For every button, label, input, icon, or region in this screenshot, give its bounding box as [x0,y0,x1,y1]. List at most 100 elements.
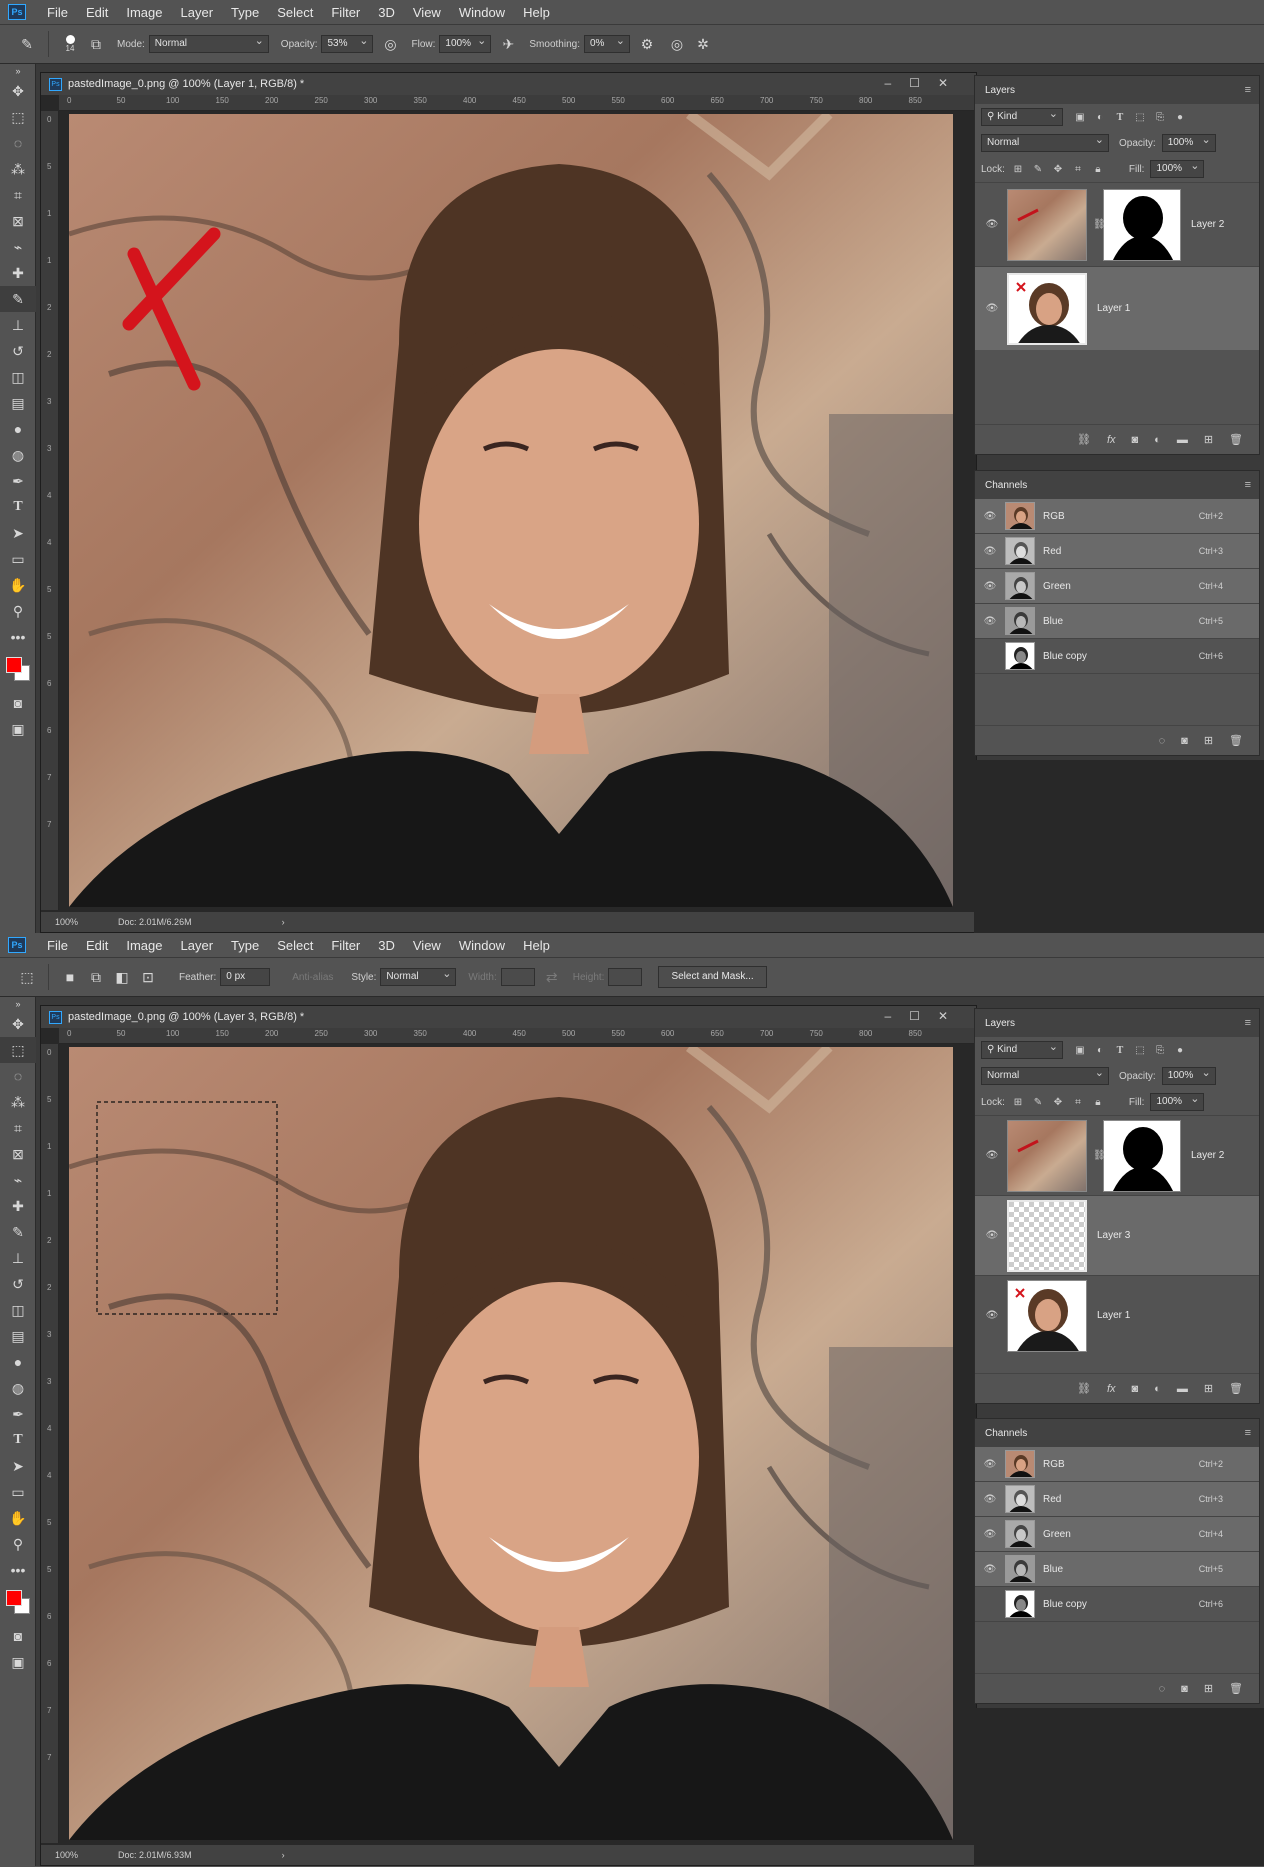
symmetry-icon[interactable]: ✲ [690,31,716,57]
channel-name[interactable]: Red [1043,546,1061,557]
color-swatches[interactable] [0,650,36,690]
frame-tool-icon[interactable]: ⊠ [0,1141,36,1167]
brush-preset-icon[interactable]: ✎ [14,31,40,57]
trash-icon[interactable]: 🗑︎ [1229,734,1243,747]
mask-icon[interactable]: ◙ [1132,1383,1139,1395]
lock-position-icon[interactable]: ✥ [1051,162,1065,176]
marquee-tool-icon[interactable]: ⬚ [0,104,36,130]
menu-3d[interactable]: 3D [369,5,404,20]
maximize-icon[interactable]: ☐ [909,76,920,90]
magic-wand-tool-icon[interactable]: ⁂ [0,1089,36,1115]
smoothing-field[interactable]: 0% [583,33,630,53]
visibility-eye-icon[interactable]: 👁︎ [983,1230,1001,1241]
adjustment-icon[interactable]: ◐ [1154,1383,1161,1395]
layer-row-layer-2[interactable]: 👁︎ ⛓ Layer 2 [975,182,1259,266]
swap-dimensions-icon[interactable]: ⇄ [539,964,565,990]
width-field[interactable] [500,968,535,986]
crop-tool-icon[interactable]: ⌗ [0,182,36,208]
menu-select[interactable]: Select [268,938,322,953]
channel-name[interactable]: RGB [1043,511,1065,522]
path-selection-tool-icon[interactable]: ➤ [0,520,36,546]
visibility-eye-icon[interactable]: 👁︎ [981,1494,999,1505]
blend-mode-select[interactable]: Normal [981,1065,1109,1085]
color-swatches[interactable] [0,1583,36,1623]
fx-icon[interactable]: fx [1107,1383,1116,1395]
quick-mask-icon[interactable]: ◙ [0,690,36,716]
zoom-level[interactable]: 100% [55,917,78,927]
new-layer-icon[interactable]: ⊞ [1204,433,1213,446]
document-tab[interactable]: Ps pastedImage_0.png @ 100% (Layer 3, RG… [41,1006,976,1028]
image-canvas[interactable] [69,114,953,907]
image-filter-icon[interactable]: ▣ [1073,1043,1087,1057]
airbrush-icon[interactable]: ✈ [495,31,521,57]
smart-object-filter-icon[interactable]: ⎘ [1153,1043,1167,1057]
path-selection-tool-icon[interactable]: ➤ [0,1453,36,1479]
eraser-tool-icon[interactable]: ◫ [0,364,36,390]
new-channel-icon[interactable]: ⊞ [1204,734,1213,747]
save-selection-icon[interactable]: ◙ [1181,735,1188,747]
menu-select[interactable]: Select [268,5,322,20]
status-arrow-icon[interactable]: › [282,1850,285,1860]
layer-name[interactable]: Layer 1 [1097,1310,1130,1321]
lock-position-icon[interactable]: ✥ [1051,1095,1065,1109]
gradient-tool-icon[interactable]: ▤ [0,1323,36,1349]
layer-opacity-field[interactable]: 100% [1161,1065,1216,1085]
channel-name[interactable]: Red [1043,1494,1061,1505]
tab-layers[interactable]: Layers [983,1018,1017,1029]
layer-name[interactable]: Layer 3 [1097,1230,1130,1241]
maximize-icon[interactable]: ☐ [909,1009,920,1023]
visibility-eye-icon[interactable]: 👁︎ [981,1529,999,1540]
eyedropper-tool-icon[interactable]: ⌁ [0,234,36,260]
menu-help[interactable]: Help [514,938,559,953]
pressure-opacity-icon[interactable]: ◎ [377,31,403,57]
intersect-selection-icon[interactable]: ⊡ [135,964,161,990]
channel-row-red[interactable]: 👁︎ Red Ctrl+3 [975,1482,1259,1517]
menu-view[interactable]: View [404,938,450,953]
new-layer-icon[interactable]: ⊞ [1204,1382,1213,1395]
healing-brush-tool-icon[interactable]: ✚ [0,260,36,286]
zoom-tool-icon[interactable]: ⚲ [0,598,36,624]
link-icon[interactable]: ⛓ [1077,1382,1091,1395]
status-arrow-icon[interactable]: › [282,917,285,927]
new-channel-icon[interactable]: ⊞ [1204,1682,1213,1695]
shape-filter-icon[interactable]: ⬚ [1133,110,1147,124]
brush-size-picker[interactable]: 14 [57,35,83,53]
layer-thumbnail[interactable] [1007,188,1087,261]
history-brush-tool-icon[interactable]: ↺ [0,1271,36,1297]
hand-tool-icon[interactable]: ✋ [0,572,36,598]
layer-name[interactable]: Layer 2 [1191,1150,1224,1161]
gear-icon[interactable]: ⚙ [634,31,660,57]
panel-menu-icon[interactable]: ≡ [1245,84,1251,96]
visibility-eye-icon[interactable]: 👁︎ [981,511,999,522]
layer-name[interactable]: Layer 2 [1191,219,1224,230]
quick-mask-icon[interactable]: ◙ [0,1623,36,1649]
save-selection-icon[interactable]: ◙ [1181,1683,1188,1695]
channel-row-green[interactable]: 👁︎ Green Ctrl+4 [975,569,1259,604]
layer-thumbnail[interactable] [1007,1119,1087,1192]
panel-menu-icon[interactable]: ≡ [1245,1427,1251,1439]
visibility-eye-icon[interactable]: 👁︎ [981,616,999,627]
visibility-eye-icon[interactable]: 👁︎ [983,1150,1001,1161]
menu-file[interactable]: File [38,5,77,20]
menu-type[interactable]: Type [222,938,268,953]
menu-file[interactable]: File [38,938,77,953]
folder-icon[interactable]: ▬ [1177,434,1188,446]
layer-thumbnail[interactable] [1007,272,1087,345]
channel-name[interactable]: Green [1043,581,1071,592]
brush-settings-icon[interactable]: ⧉ [83,31,109,57]
tab-layers[interactable]: Layers [983,85,1017,96]
fx-icon[interactable]: fx [1107,434,1116,446]
clone-stamp-tool-icon[interactable]: ⊥ [0,312,36,338]
menu-help[interactable]: Help [514,5,559,20]
mask-link-icon[interactable]: ⛓ [1093,219,1106,230]
new-selection-icon[interactable]: ■ [57,964,83,990]
layer-thumbnail[interactable] [1007,1279,1087,1352]
mode-select[interactable]: Normal [148,33,269,53]
dodge-tool-icon[interactable]: ◍ [0,442,36,468]
shape-filter-icon[interactable]: ⬚ [1133,1043,1147,1057]
blur-tool-icon[interactable]: ● [0,1349,36,1375]
lock-transparent-icon[interactable]: ⊞ [1011,1095,1025,1109]
trash-icon[interactable]: 🗑︎ [1229,433,1243,446]
tab-channels[interactable]: Channels [983,1428,1029,1439]
link-icon[interactable]: ⛓ [1077,433,1091,446]
